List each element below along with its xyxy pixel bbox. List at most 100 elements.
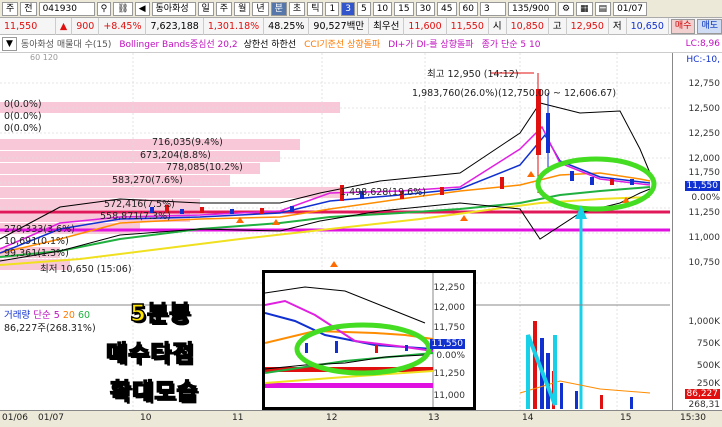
volume-profile-label-4: 583,270(7.6%) (112, 175, 183, 186)
inset-axis-label: 11,750 (433, 323, 466, 333)
period-second[interactable]: 초 (288, 1, 306, 16)
period-year[interactable]: 년 (252, 1, 269, 16)
zoom-inset: 12,250 12,000 11,750 11,550 0.00% 11,250… (262, 270, 476, 410)
search-icon[interactable]: ⚲ (96, 1, 112, 16)
callout-line-2: 매수타점 (105, 340, 195, 367)
volume-profile-bar (0, 139, 300, 150)
volume-profile-zero-1: 0(0.0%) (4, 99, 42, 110)
interval-30[interactable]: 30 (415, 1, 436, 16)
time-tick: 11 (232, 413, 244, 423)
inset-axis-label: 12,000 (433, 303, 466, 313)
price-tick: 12,000 (688, 154, 721, 164)
volume-tick: 750K (696, 339, 720, 349)
high-annotation: 최고 12,950 (14:12) (427, 69, 519, 80)
top-left-label: 60 120 (30, 53, 58, 62)
indicator-bollinger-bands[interactable]: 상한선 하한선 (244, 37, 297, 50)
current-price-pct: 0.00% (691, 193, 720, 203)
time-tick: 15 (620, 413, 632, 423)
sell-button[interactable]: 매도 (697, 18, 722, 34)
interval-60[interactable]: 60 (458, 1, 478, 16)
time-tick: 01/07 (38, 413, 64, 423)
count-field[interactable]: 135/900 (507, 1, 556, 16)
volume-profile-label-3: 778,085(10.2%) (166, 162, 243, 173)
chart-type-select[interactable]: 주 (2, 1, 19, 16)
volume-profile-label-6: 572,416(7.5%) (104, 199, 175, 210)
bid-price: 11,550 (447, 17, 489, 35)
trade-amount: 90,527백만 (309, 17, 370, 35)
low-label: 저 (609, 17, 627, 35)
interval-45[interactable]: 45 (437, 1, 457, 16)
time-axis: 01/06 01/07 10 11 12 13 14 15 15:30 (0, 410, 722, 427)
price-tick: 12,500 (688, 104, 721, 114)
hc-label: HC:-10, (686, 55, 720, 65)
volume-ratio: 1,301.18% (204, 17, 265, 35)
time-tick: 10 (140, 413, 152, 423)
volume-profile-bar (0, 102, 340, 113)
volume-current-marker: 86,227 (684, 389, 720, 399)
price-tick: 11,000 (688, 233, 721, 243)
open-price: 10,850 (507, 17, 549, 35)
volume-tick: 1,000K (688, 317, 720, 327)
calendar-icon[interactable]: ▤ (594, 1, 612, 16)
inset-pct: 0.00% (436, 351, 465, 361)
link-icon[interactable]: ⛓ (113, 1, 133, 16)
inset-support (265, 383, 433, 388)
interval-1[interactable]: 1 (325, 1, 340, 16)
interval-3[interactable]: 3 (341, 1, 355, 16)
quote-bar: 11,550 ▲ 900 +8.45% 7,623,188 1,301.18% … (0, 17, 722, 35)
toolbar: 주 전 041930 ⚲ ⛓ ◀ 동아화성 일 주 월 년 분 초 틱 1 3 … (0, 0, 722, 18)
current-price-marker: 11,550 (684, 181, 720, 191)
period-day[interactable]: 일 (197, 1, 214, 16)
grid-icon[interactable]: ▦ (576, 1, 593, 16)
collapse-icon[interactable]: ▼ (2, 36, 17, 51)
period-tick[interactable]: 틱 (307, 1, 324, 16)
volume-profile-label-5: 1,498,628(19.6%) (340, 187, 426, 198)
settings-icon[interactable]: ⚙ (557, 1, 575, 16)
interval-select[interactable]: 3 (479, 1, 506, 16)
volume-ma-line (519, 380, 651, 394)
open-label: 시 (489, 17, 507, 35)
volume-axis: 1,000K 750K 500K 250K 86,227 268,31 (672, 305, 722, 410)
speaker-icon[interactable]: ◀ (134, 1, 150, 16)
price-tick: 12,750 (688, 79, 721, 89)
period-week[interactable]: 주 (215, 1, 233, 16)
indicator-right-label: LC:8,96 (685, 38, 720, 49)
time-tick: 13 (428, 413, 440, 423)
inset-current-price: 11,550 (429, 339, 465, 349)
volume-profile-top: 1,983,760(26.0%)(12,750.00 ~ 12,606.67) (412, 88, 617, 99)
volume-tick: 500K (696, 361, 720, 371)
interval-15[interactable]: 15 (394, 1, 414, 16)
inset-axis-label: 12,250 (433, 283, 466, 293)
prev-label[interactable]: 전 (20, 1, 37, 16)
indicator-bar: ▼ 동아화성 매물대 수(15) Bollinger Bands중심선 20,2… (0, 35, 722, 53)
period-minute[interactable]: 분 (270, 1, 287, 16)
interval-5[interactable]: 5 (356, 1, 371, 16)
price-tick: 11,750 (688, 168, 721, 178)
price-change: 900 (72, 17, 100, 35)
stock-code-input[interactable]: 041930 (38, 1, 95, 16)
time-tick: 12 (326, 413, 338, 423)
indicator-bollinger[interactable]: Bollinger Bands중심선 20,2 (119, 37, 237, 50)
low-price: 10,650 (627, 17, 669, 35)
period-month[interactable]: 월 (234, 1, 251, 16)
low-annotation: 최저 10,650 (15:06) (40, 264, 132, 275)
date-field[interactable]: 01/07 (613, 1, 647, 16)
inset-axis-label: 11,250 (433, 369, 466, 379)
buy-button[interactable]: 매수 (670, 18, 696, 34)
price-tick: 10,750 (688, 258, 721, 268)
interval-10[interactable]: 10 (372, 1, 393, 16)
indicator-cci[interactable]: CCI기준선 상향돌파 (304, 37, 380, 50)
indicator-main[interactable]: 동아화성 매물대 수(15) (21, 37, 111, 50)
high-label: 고 (549, 17, 567, 35)
volume-profile-label-2: 673,204(8.8%) (140, 150, 211, 161)
indicator-ma[interactable]: 종가 단순 5 10 (482, 37, 541, 50)
indicator-dmi[interactable]: DI+가 DI-를 상향돌파 (388, 37, 473, 50)
volume: 7,623,188 (146, 17, 204, 35)
volume-profile-zero-3: 0(0.0%) (4, 123, 42, 134)
inset-axis-label: 11,000 (433, 391, 466, 401)
volume-bars (533, 321, 633, 409)
stock-name-field[interactable]: 동아화성 (151, 1, 196, 16)
hoga-label: 최우선 (369, 17, 405, 35)
volume-current-pct: 268,31 (688, 400, 721, 410)
time-tick: 15:30 (680, 413, 706, 423)
